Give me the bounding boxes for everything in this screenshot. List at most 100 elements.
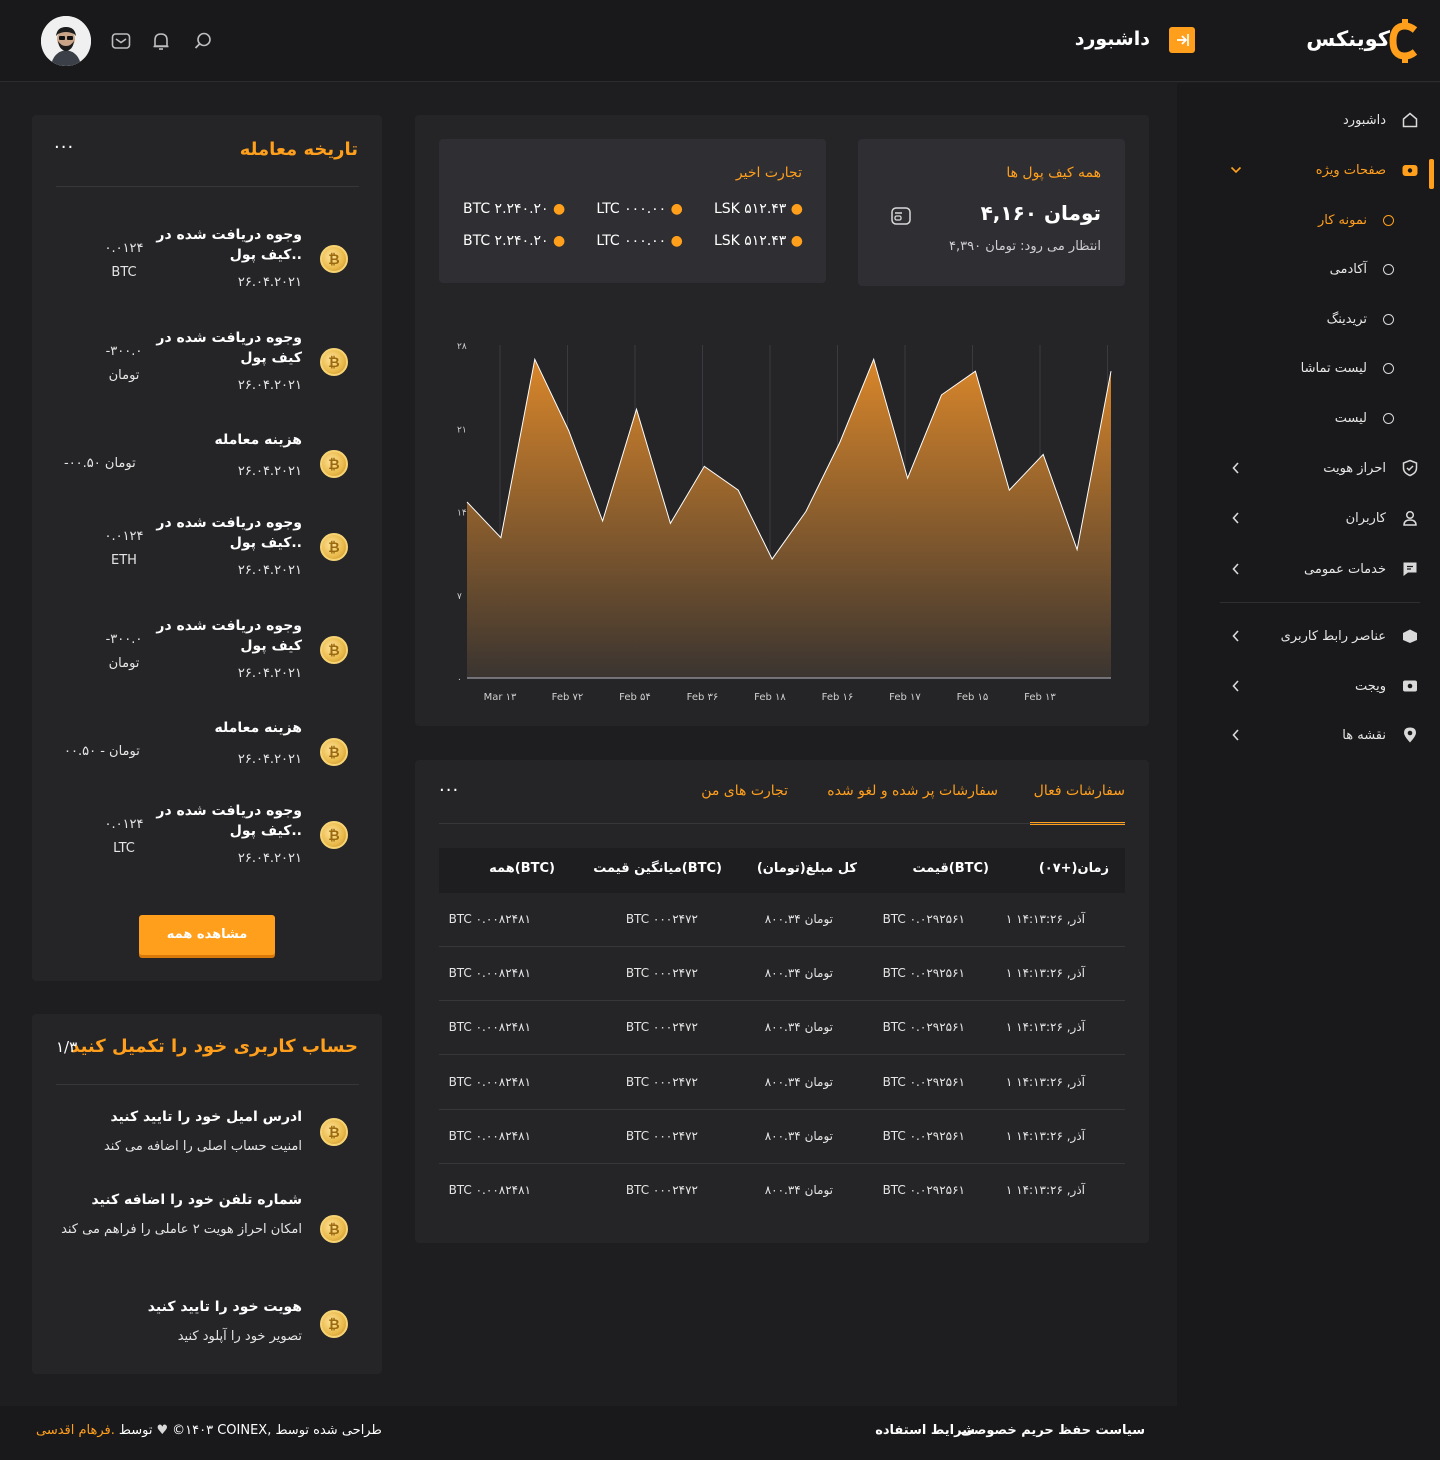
history-item[interactable]: ₿ وجوه دریافت شده در کیف پول ۲۶.۰۴.۲۰۲۱ … — [32, 328, 382, 418]
chart-x-tick-label: Feb ۵۴ — [619, 692, 651, 703]
coin-icon: ₿ — [320, 821, 348, 849]
profile-step-title[interactable]: شماره تلفن خود را اضافه کنید — [52, 1190, 302, 1210]
search-icon[interactable] — [192, 30, 214, 52]
privacy-link[interactable]: سیاست حفظ حریم خصوصی — [961, 1423, 1145, 1438]
tab-my-trades[interactable]: تجارت های من — [701, 783, 788, 799]
chevron-left-icon — [1232, 680, 1239, 692]
table-cell: ۱ آذر, ۱۴:۱۳:۲۶ — [1005, 1074, 1085, 1089]
chevron-left-icon — [1232, 512, 1239, 524]
sidebar-item-widget[interactable]: ویجت — [1190, 671, 1420, 701]
active-indicator — [1429, 159, 1434, 189]
coin-icon: ₿ — [320, 348, 348, 376]
chart-x-tick-label: Feb ۳۶ — [687, 692, 719, 703]
table-cell: ۱ آذر, ۱۴:۱۳:۲۶ — [1005, 1183, 1085, 1197]
history-item-date: ۲۶.۰۴.۲۰۲۱ — [237, 563, 302, 578]
sidebar-sub-watchlist[interactable]: لیست تماشا — [1194, 353, 1394, 383]
table-cell: ۸۰۰.۳۴ تومان — [764, 1128, 833, 1143]
bell-icon[interactable] — [150, 30, 172, 52]
table-row[interactable]: ۱ آذر, ۱۴:۱۳:۲۶ BTC ۰.۰۲۹۲۵۶۱ ۸۰۰.۳۴ تومان… — [439, 1110, 1125, 1164]
history-item-date: ۲۶.۰۴.۲۰۲۱ — [237, 378, 302, 393]
view-all-button[interactable]: مشاهده همه — [139, 915, 275, 955]
column-header-all[interactable]: همه(BTC) — [489, 861, 555, 876]
sidebar-item-public-services[interactable]: خدمات عمومی — [1190, 554, 1420, 584]
terms-link[interactable]: شرایط استفاده — [875, 1423, 975, 1438]
column-header-avg-price[interactable]: میانگین قیمت(BTC) — [593, 861, 722, 876]
coin-icon: ₿ — [320, 738, 348, 766]
sidebar-sub-list[interactable]: لیست — [1194, 403, 1394, 433]
history-item-amount: ۰.۰۱۲۴ — [104, 817, 144, 832]
chart-x-tick-label: Feb ۱۶ — [822, 692, 854, 703]
gift-icon — [1400, 160, 1420, 180]
column-header-price[interactable]: قیمت(BTC) — [913, 861, 990, 876]
chart-y-tick-label: ۰ — [457, 675, 462, 685]
history-item[interactable]: ₿ وجوه دریافت شده در کیف پول ۲۶.۰۴.۲۰۲۱ … — [32, 616, 382, 706]
page-title: داشبورد — [1074, 28, 1150, 50]
profile-step-title[interactable]: هویت خود را تایید کنید — [52, 1297, 302, 1317]
history-item-date: ۲۶.۰۴.۲۰۲۱ — [237, 851, 302, 866]
table-cell: BTC ۰۰۰۲۴۷۲ — [625, 966, 698, 981]
coinex-logo[interactable] — [1385, 18, 1425, 64]
sidebar-item-ui-elements[interactable]: عناصر رابط کاربری — [1190, 621, 1420, 651]
shield-icon — [1400, 458, 1420, 478]
column-header-total[interactable]: کل مبلغ(تومان) — [757, 861, 857, 876]
chevron-left-icon — [1232, 462, 1239, 474]
more-options-icon[interactable]: ··· — [439, 780, 459, 801]
wallet-icon[interactable] — [890, 205, 912, 227]
table-cell: ۱ آذر, ۱۴:۱۳:۲۶ — [1005, 966, 1085, 981]
sidebar-item-dashboard[interactable]: داشبورد — [1190, 105, 1420, 135]
bullet-icon — [1383, 214, 1394, 226]
chart-area-fill — [467, 359, 1111, 678]
chevron-left-icon — [1232, 630, 1239, 642]
history-item-unit: ETH — [111, 553, 137, 568]
history-item-title: هزینه معامله — [214, 432, 302, 448]
table-cell: ۸۰۰.۳۴ تومان — [764, 912, 833, 926]
table-row[interactable]: ۱ آذر, ۱۴:۱۳:۲۶ BTC ۰.۰۲۹۲۵۶۱ ۸۰۰.۳۴ تومان… — [439, 893, 1125, 947]
history-item-date: ۲۶.۰۴.۲۰۲۱ — [237, 666, 302, 681]
sidebar-item-maps[interactable]: نقشه ها — [1190, 720, 1420, 750]
recent-trades-title: تجارت اخیر — [735, 165, 802, 181]
avatar-image — [41, 16, 91, 66]
heart-icon: ♥ — [156, 1423, 169, 1438]
history-item-amount: -۰۰.۵۰ تومان — [64, 456, 136, 471]
table-row[interactable]: ۱ آذر, ۱۴:۱۳:۲۶ BTC ۰.۰۲۹۲۵۶۱ ۸۰۰.۳۴ تومان… — [439, 1164, 1125, 1218]
table-row[interactable]: ۱ آذر, ۱۴:۱۳:۲۶ BTC ۰.۰۲۹۲۵۶۱ ۸۰۰.۳۴ تومان… — [439, 1001, 1125, 1056]
history-item[interactable]: ₿ وجوه دریافت شده در کیف پول.. ۲۶.۰۴.۲۰۲… — [32, 225, 382, 315]
orders-card: سفارشات فعال سفارشات پر شده و لغو شده تج… — [415, 760, 1149, 1243]
sidebar-item-kyc[interactable]: احراز هویت — [1190, 453, 1420, 483]
history-item-amount: -۳۰۰.۰ — [105, 632, 143, 647]
history-item[interactable]: ₿ وجوه دریافت شده در کیف پول.. ۲۶.۰۴.۲۰۲… — [32, 513, 382, 603]
column-header-time[interactable]: زمان(+۰۷) — [1039, 861, 1109, 876]
sidebar-sub-academy[interactable]: آکادمی — [1194, 254, 1394, 284]
back-arrow-button[interactable] — [1169, 27, 1195, 53]
more-options-icon[interactable]: ··· — [54, 137, 74, 158]
mail-icon[interactable] — [110, 30, 132, 52]
history-item[interactable]: ₿ هزینه معامله ۲۶.۰۴.۲۰۲۱ ۰۰.۵۰ - تومان — [32, 718, 382, 808]
table-row[interactable]: ۱ آذر, ۱۴:۱۳:۲۶ BTC ۰.۰۲۹۲۵۶۱ ۸۰۰.۳۴ تومان… — [439, 1056, 1125, 1110]
profile-step-title[interactable]: ادرس امیل خود را تایید کنید — [52, 1107, 302, 1127]
table-row[interactable]: ۱ آذر, ۱۴:۱۳:۲۶ BTC ۰.۰۲۹۲۵۶۱ ۸۰۰.۳۴ تومان… — [439, 947, 1125, 1002]
table-cell: BTC ۰۰۰۲۴۷۲ — [625, 1020, 698, 1035]
history-item-unit: BTC — [111, 265, 137, 280]
sidebar-sub-trading[interactable]: تریدینگ — [1194, 304, 1394, 334]
table-cell: BTC ۰.۰۰۸۲۴۸۱ — [448, 1020, 531, 1035]
history-item-amount: ۰.۰۱۲۴ — [104, 241, 144, 256]
chart-y-tick-label: ۲۸ — [457, 342, 467, 352]
tab-active-orders[interactable]: سفارشات فعال — [1034, 783, 1125, 799]
footer-credit: فرهام اقدسی. توسط ♥ ©۱۴۰۳ COINEX, طراحی … — [36, 1423, 382, 1438]
table-cell: BTC ۰.۰۲۹۲۵۶۱ — [882, 1183, 965, 1197]
complete-profile-title: حساب کاربری خود را تکمیل کنید — [70, 1036, 358, 1057]
sidebar-item-users[interactable]: کاربران — [1190, 503, 1420, 533]
bullet-icon — [1383, 362, 1394, 374]
author-link[interactable]: فرهام اقدسی. — [36, 1423, 115, 1438]
sidebar-sub-portfolio[interactable]: نمونه کار — [1194, 205, 1394, 235]
history-item[interactable]: ₿ هزینه معامله ۲۶.۰۴.۲۰۲۱ -۰۰.۵۰ تومان — [32, 430, 382, 520]
wallet-pending: انتظار می رود: تومان ۴,۳۹۰ — [949, 239, 1101, 254]
table-cell: BTC ۰۰۰۲۴۷۲ — [625, 1183, 698, 1197]
status-dot-icon: ● — [670, 233, 683, 249]
chevron-down-icon — [1230, 166, 1242, 174]
sidebar-item-special-pages[interactable]: صفحات ویژه — [1190, 155, 1420, 185]
bullet-icon — [1383, 263, 1394, 275]
avatar[interactable] — [41, 16, 91, 66]
tab-filled-cancelled-orders[interactable]: سفارشات پر شده و لغو شده — [827, 783, 998, 799]
history-item[interactable]: ₿ وجوه دریافت شده در کیف پول.. ۲۶.۰۴.۲۰۲… — [32, 801, 382, 891]
